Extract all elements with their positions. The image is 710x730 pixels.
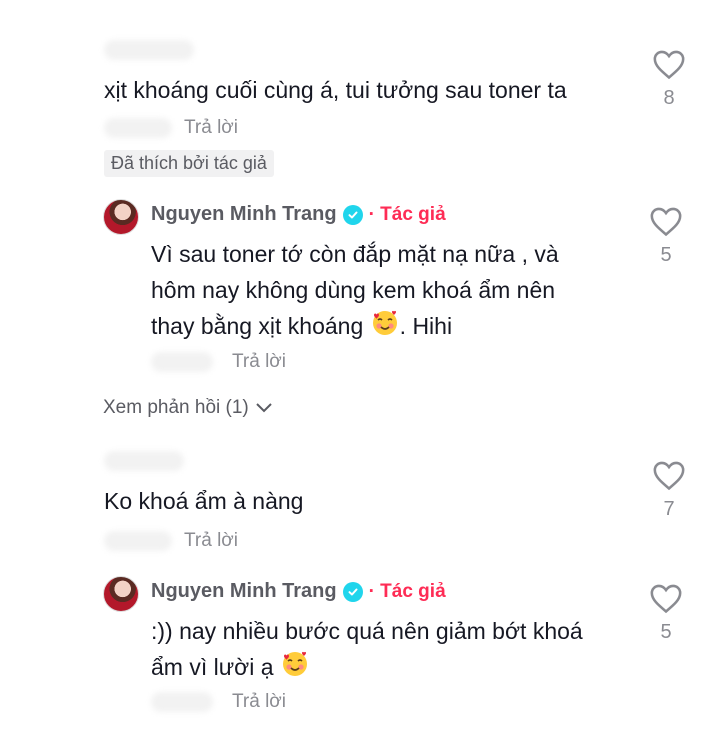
heart-outline-icon [650,207,682,237]
reply-button[interactable]: Trả lời [232,691,286,713]
blurred-date [151,352,213,372]
reply-button[interactable]: Trả lời [184,117,238,139]
smiling-face-with-hearts-icon [372,310,397,335]
verified-badge-icon [342,581,363,602]
heart-outline-icon [653,461,685,491]
reply-username[interactable]: Nguyen Minh Trang [151,203,337,226]
author-tag: · Tác giả [368,203,446,225]
chevron-down-icon [256,403,272,413]
smiling-face-with-hearts-icon [282,651,307,676]
like-button[interactable]: 8 [649,48,689,110]
reply-text-line: thay bằng xịt khoáng [151,313,364,339]
like-button[interactable]: 7 [649,459,689,521]
blurred-username [104,40,194,60]
reply-text-line: :)) nay nhiều bước quá nên giảm bớt khoá [151,618,583,644]
reply-text-line: Vì sau toner tớ còn đắp mặt nạ nữa , và [151,241,559,267]
reply-username[interactable]: Nguyen Minh Trang [151,580,337,603]
reply-button[interactable]: Trả lời [184,530,238,552]
heart-outline-icon [650,584,682,614]
view-replies-label: Xem phản hồi (1) [103,397,249,418]
comment-text: xịt khoáng cuối cùng á, tui tưởng sau to… [104,77,567,103]
blurred-username [104,451,184,471]
reply-text-line: hôm nay không dùng kem khoá ẩm nên [151,277,556,303]
blurred-date [151,692,213,712]
reply-text-line: ẩm vì lười ạ [151,654,274,680]
author-tag: · Tác giả [368,580,446,602]
reply-text-line: . Hihi [399,313,453,339]
reply-button[interactable]: Trả lời [232,351,286,373]
like-count: 7 [663,498,675,520]
view-replies-button[interactable]: Xem phản hồi (1) [103,397,273,419]
like-count: 5 [660,244,672,266]
like-count: 5 [660,621,672,643]
liked-by-author-badge: Đã thích bởi tác giả [104,150,274,177]
comment-text: Ko khoá ẩm à nàng [104,488,304,514]
blurred-date [104,118,172,138]
like-count: 8 [663,87,675,109]
verified-badge-icon [342,204,363,225]
avatar[interactable] [103,576,139,612]
avatar[interactable] [103,199,139,235]
heart-outline-icon [653,50,685,80]
blurred-date [104,531,172,551]
like-button[interactable]: 5 [646,582,686,644]
like-button[interactable]: 5 [646,205,686,267]
